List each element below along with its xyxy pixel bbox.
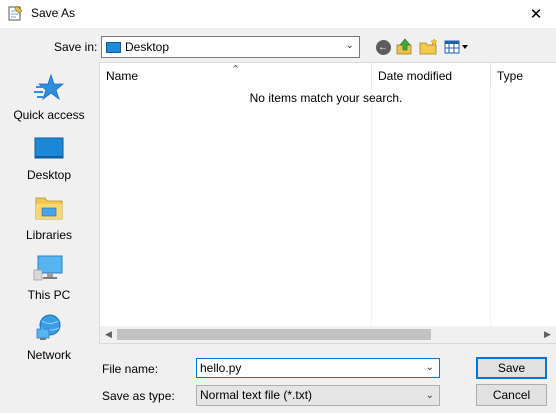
place-libraries[interactable]: Libraries	[4, 192, 94, 242]
place-network[interactable]: Network	[4, 312, 94, 362]
back-button[interactable]: ←	[374, 37, 392, 57]
network-icon	[33, 312, 65, 344]
save-button[interactable]: Save	[476, 357, 547, 379]
save-in-combobox[interactable]: Desktop ⌄	[101, 36, 360, 58]
save-in-label: Save in:	[54, 40, 98, 54]
column-header-name[interactable]: ⌃ Name	[100, 63, 370, 89]
up-folder-icon	[396, 38, 412, 55]
view-menu-button[interactable]	[444, 37, 470, 57]
empty-message: No items match your search.	[249, 91, 403, 105]
title-bar: Save As ✕	[0, 0, 556, 28]
save-as-type-value: Normal text file (*.txt)	[200, 388, 313, 402]
column-divider	[490, 89, 491, 329]
close-icon: ✕	[529, 6, 543, 23]
save-as-type-label: Save as type:	[102, 389, 175, 403]
save-as-type-select[interactable]: Normal text file (*.txt) ⌄	[196, 385, 440, 406]
place-label: Libraries	[25, 228, 73, 242]
desktop-folder-icon	[106, 42, 121, 53]
star-icon	[33, 72, 65, 104]
sort-ascending-icon: ⌃	[231, 64, 241, 76]
place-desktop[interactable]: Desktop	[4, 132, 94, 182]
cancel-button[interactable]: Cancel	[476, 384, 547, 406]
scrollbar-thumb[interactable]	[117, 329, 431, 340]
close-button[interactable]: ✕	[516, 0, 556, 28]
save-in-value: Desktop	[125, 40, 170, 54]
notepad-icon	[7, 5, 23, 21]
place-label: This PC	[27, 288, 71, 302]
column-header-date-modified[interactable]: Date modified	[371, 63, 489, 89]
places-bar: Quick access Desktop Libraries This PC N…	[4, 64, 94, 404]
place-label: Quick access	[13, 108, 85, 122]
file-name-input[interactable]: hello.py ⌄	[196, 358, 440, 378]
libraries-icon	[33, 192, 65, 224]
place-label: Network	[26, 348, 71, 362]
scroll-right-icon[interactable]: ▶	[539, 326, 556, 343]
computer-icon	[33, 252, 65, 284]
horizontal-scrollbar[interactable]: ◀ ▶	[100, 326, 556, 343]
window-title: Save As	[31, 6, 76, 20]
column-header-label: Name	[106, 69, 139, 83]
desktop-icon	[33, 132, 65, 164]
back-icon: ←	[375, 39, 391, 55]
place-label: Desktop	[26, 168, 72, 182]
chevron-down-icon[interactable]: ⌄	[426, 359, 434, 377]
column-divider	[371, 89, 372, 329]
up-one-level-button[interactable]	[396, 37, 414, 57]
column-header-label: Date modified	[378, 69, 453, 83]
place-this-pc[interactable]: This PC	[4, 252, 94, 302]
chevron-down-icon[interactable]: ⌄	[346, 40, 354, 51]
file-name-value: hello.py	[200, 361, 242, 375]
new-folder-icon	[419, 38, 438, 55]
place-quick-access[interactable]: Quick access	[4, 72, 94, 122]
file-list[interactable]: ⌃ Name Date modified Type No items match…	[99, 62, 556, 344]
file-name-label: File name:	[102, 362, 159, 376]
scroll-left-icon[interactable]: ◀	[100, 326, 117, 343]
column-header-label: Type	[497, 69, 524, 83]
view-menu-icon	[444, 40, 468, 54]
chevron-down-icon[interactable]: ⌄	[426, 386, 434, 405]
column-header-type[interactable]: Type	[490, 63, 556, 89]
create-new-folder-button[interactable]	[419, 37, 439, 57]
